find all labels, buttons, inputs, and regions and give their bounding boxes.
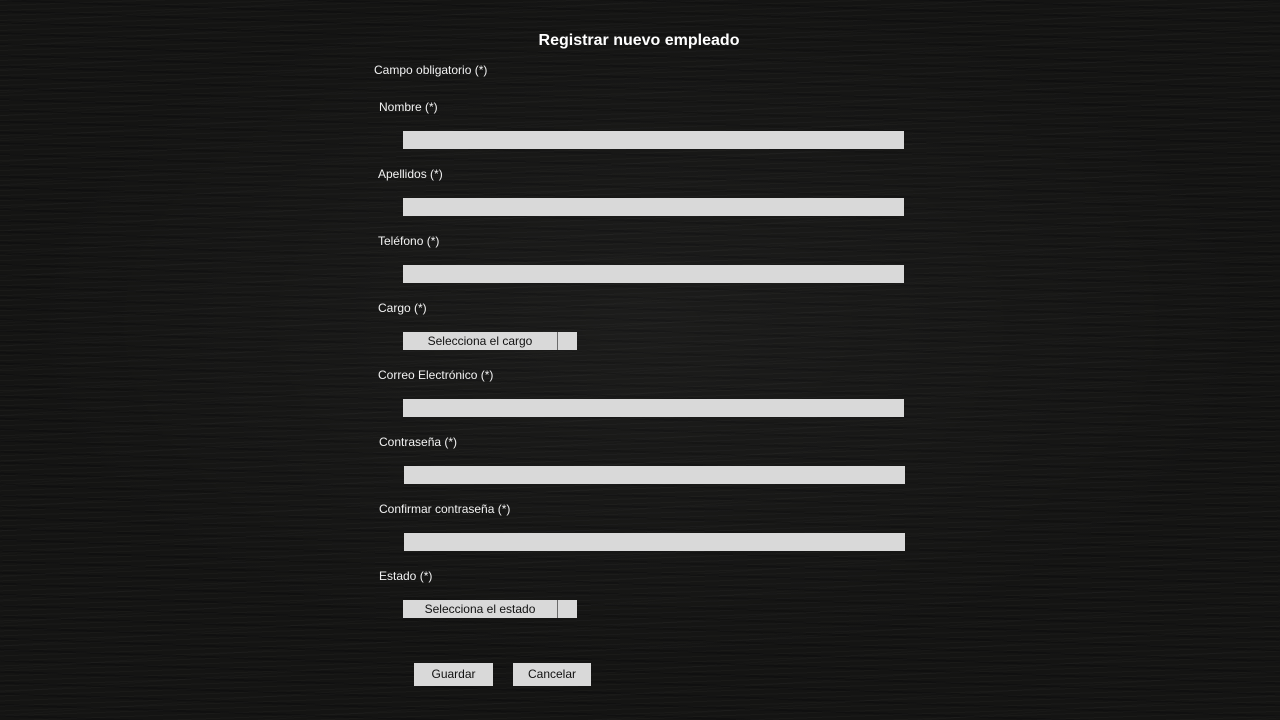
cancel-button[interactable]: Cancelar xyxy=(513,663,591,686)
contrasena-label: Contraseña (*) xyxy=(379,435,458,449)
confirmar-input[interactable] xyxy=(404,533,905,551)
telefono-input[interactable] xyxy=(403,265,904,283)
cargo-label: Cargo (*) xyxy=(378,301,427,315)
apellidos-input[interactable] xyxy=(403,198,904,216)
contrasena-input[interactable] xyxy=(404,466,905,484)
cargo-dropdown-arrow[interactable] xyxy=(559,332,577,350)
nombre-label: Nombre (*) xyxy=(379,100,438,114)
estado-select-value: Selecciona el estado xyxy=(403,600,558,618)
correo-label: Correo Electrónico (*) xyxy=(378,368,494,382)
telefono-label: Teléfono (*) xyxy=(378,234,440,248)
estado-label: Estado (*) xyxy=(379,569,433,583)
confirmar-label: Confirmar contraseña (*) xyxy=(379,502,511,516)
cargo-select[interactable]: Selecciona el cargo xyxy=(403,332,577,350)
required-note: Campo obligatorio (*) xyxy=(374,63,488,77)
save-button[interactable]: Guardar xyxy=(414,663,493,686)
apellidos-label: Apellidos (*) xyxy=(378,167,443,181)
page-title: Registrar nuevo empleado xyxy=(538,32,740,49)
estado-select[interactable]: Selecciona el estado xyxy=(403,600,577,618)
correo-input[interactable] xyxy=(403,399,904,417)
cargo-select-value: Selecciona el cargo xyxy=(403,332,558,350)
estado-dropdown-arrow[interactable] xyxy=(559,600,577,618)
nombre-input[interactable] xyxy=(403,131,904,149)
